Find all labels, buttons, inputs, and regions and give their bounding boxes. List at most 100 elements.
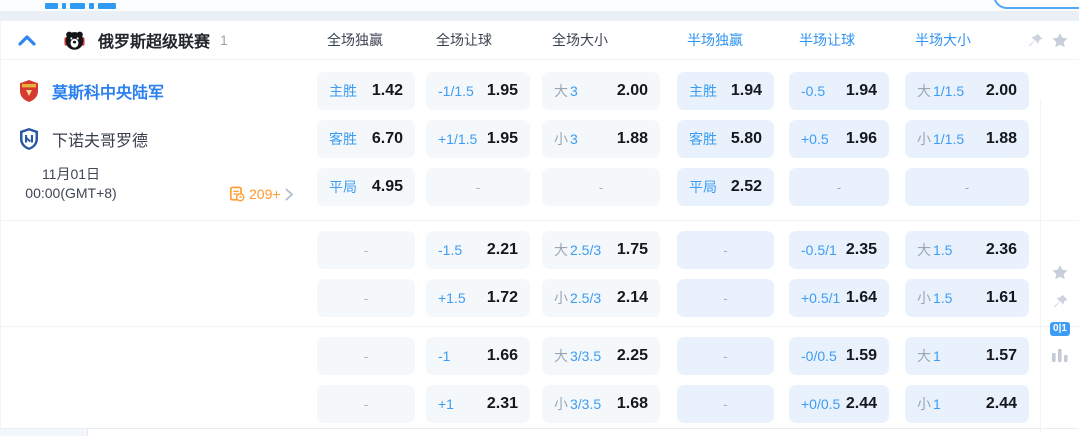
header-actions — [1027, 31, 1070, 50]
ou-prefix: 大 — [554, 83, 568, 99]
odds-label: +1.5 — [438, 290, 466, 306]
odds-cell[interactable]: 客胜 6.70 — [317, 120, 415, 158]
odds-label: 客胜 — [329, 129, 357, 149]
odds-cell[interactable]: +0/0.5 2.44 — [789, 385, 889, 423]
column-header: 全场大小 — [552, 32, 608, 48]
column-header: 全场让球 — [436, 32, 492, 48]
ou-prefix: 小 — [554, 290, 568, 306]
odds-line: +0.5 — [801, 131, 829, 147]
more-markets-link[interactable]: 209+ — [229, 184, 294, 204]
odds-line: -0.5 — [801, 83, 826, 99]
odds-cell[interactable]: 小 1/1.5 1.88 — [905, 120, 1029, 158]
odds-cell[interactable]: 小 3 1.88 — [542, 120, 660, 158]
odds-row: 客胜 6.70 +1/1.5 1.95 小 3 1.88 客胜 5.80 +0.5 1.96 小 1/1… — [317, 120, 1079, 158]
home-team-row: 莫斯科中央陆军 — [1, 72, 164, 110]
match-time: 00:00(GMT+8) — [25, 185, 117, 201]
odds-cell[interactable]: +1.5 1.72 — [426, 279, 530, 317]
pin-icon[interactable] — [1027, 32, 1044, 50]
odds-label: -1.5 — [438, 242, 462, 258]
odds-line: -1 — [438, 348, 451, 364]
odds-cell[interactable]: 大 2.5/3 1.75 — [542, 231, 660, 269]
odds-row: 平局 4.95- - 平局 2.52- - — [317, 168, 1079, 206]
odds-cell[interactable]: 客胜 5.80 — [677, 120, 774, 158]
odds-cell[interactable]: 大 3 2.00 — [542, 72, 660, 110]
odds-cell[interactable]: 大 1.5 2.36 — [905, 231, 1029, 269]
clipped-pill-button[interactable] — [993, 0, 1079, 9]
odds-line: -0/0.5 — [801, 348, 837, 364]
odds-label: +0.5 — [801, 131, 829, 147]
odds-label: 小1 — [917, 394, 941, 414]
odds-value: 2.00 — [985, 82, 1017, 99]
odds-cell[interactable]: -0.5/1 2.35 — [789, 231, 889, 269]
odds-label: 平局 — [689, 177, 717, 197]
column-header: 全场独赢 — [327, 32, 383, 48]
league-title: 俄罗斯超级联赛 — [98, 34, 211, 51]
odds-line: 平局 — [329, 179, 357, 195]
odds-cell-empty: - — [542, 168, 660, 206]
odds-cell[interactable]: -1/1.5 1.95 — [426, 72, 530, 110]
odds-label: 大1 — [917, 346, 941, 366]
odds-line: 3/3.5 — [570, 396, 602, 412]
stats-bar-chart-icon[interactable] — [1051, 347, 1069, 363]
collapse-chevron-up-icon[interactable] — [17, 32, 37, 48]
odds-cell-empty: - — [677, 337, 774, 375]
odds-cell[interactable]: 平局 2.52 — [677, 168, 774, 206]
pin-icon[interactable] — [1052, 293, 1069, 311]
odds-cell-empty: - — [677, 279, 774, 317]
odds-cell[interactable]: 大 1/1.5 2.00 — [905, 72, 1029, 110]
odds-cell[interactable]: +0.5/1 1.64 — [789, 279, 889, 317]
odds-value: 2.00 — [616, 82, 648, 99]
odds-value: 1.88 — [985, 130, 1017, 147]
odds-label: 大 1.5 — [917, 240, 952, 260]
odds-cell[interactable]: 主胜 1.94 — [677, 72, 774, 110]
odds-cell[interactable]: -1 1.66 — [426, 337, 530, 375]
odds-cell[interactable]: -0/0.5 1.59 — [789, 337, 889, 375]
odds-row: - -1 1.66 大 3/3.5 2.25- -0/0.5 1.59 大 1 1.57 — [317, 337, 1079, 375]
odds-cell[interactable]: -1.5 2.21 — [426, 231, 530, 269]
right-action-rail: 0|1 — [1040, 99, 1079, 432]
favorite-star-icon[interactable] — [1050, 263, 1070, 282]
odds-row: 主胜 1.42 -1/1.5 1.95 大 3 2.00 主胜 1.94 -0.5 1.94 大 1/1… — [317, 72, 1079, 110]
odds-cell[interactable]: 小 3/3.5 1.68 — [542, 385, 660, 423]
odds-label: 小 2.5/3 — [554, 288, 601, 308]
star-icon[interactable] — [1050, 31, 1070, 50]
odds-value: 2.25 — [616, 347, 648, 364]
odds-line: 客胜 — [329, 131, 357, 147]
odds-column-headers: 全场独赢 全场让球 全场大小 半场独赢 半场让球 半场大小 — [317, 30, 1029, 50]
odds-cell-empty: - — [677, 385, 774, 423]
odds-line: 1 — [933, 348, 941, 364]
odds-line: +1 — [438, 396, 454, 412]
odds-cell[interactable]: 小 1 2.44 — [905, 385, 1029, 423]
ou-prefix: 大 — [554, 242, 568, 258]
odds-row: - +1.5 1.72 小 2.5/3 2.14- +0.5/1 1.64 小 1.5 1.61 — [317, 279, 1079, 317]
top-clipped-strip — [0, 0, 1079, 11]
odds-value: 1.75 — [616, 241, 648, 258]
ou-prefix: 小 — [917, 290, 931, 306]
odds-cell[interactable]: +0.5 1.96 — [789, 120, 889, 158]
odds-cell[interactable]: 小 1.5 1.61 — [905, 279, 1029, 317]
odds-label: 小 1/1.5 — [917, 129, 964, 149]
odds-label: +1/1.5 — [438, 131, 477, 147]
odds-cell[interactable]: 主胜 1.42 — [317, 72, 415, 110]
odds-cell[interactable]: 平局 4.95 — [317, 168, 415, 206]
odds-value: 1.42 — [371, 82, 403, 99]
away-team-name: 下诺夫哥罗德 — [52, 133, 149, 150]
odds-label: 大3 — [554, 81, 578, 101]
ou-prefix: 大 — [917, 83, 931, 99]
odds-cell[interactable]: +1/1.5 1.95 — [426, 120, 530, 158]
odds-cell[interactable]: 大 1 1.57 — [905, 337, 1029, 375]
clipped-tab-text[interactable] — [45, 3, 116, 9]
odds-cell-empty: - — [317, 279, 415, 317]
odds-cell[interactable]: -0.5 1.94 — [789, 72, 889, 110]
score-badge[interactable]: 0|1 — [1050, 322, 1070, 336]
ou-prefix: 小 — [554, 131, 568, 147]
odds-line: +1/1.5 — [438, 131, 478, 147]
odds-row: - -1.5 2.21 大 2.5/3 1.75- -0.5/1 2.35 大 1.5 2.36 — [317, 231, 1079, 269]
odds-cell[interactable]: 小 2.5/3 2.14 — [542, 279, 660, 317]
ou-prefix: 大 — [917, 348, 931, 364]
odds-line: +0/0.5 — [801, 396, 841, 412]
odds-cell[interactable]: 大 3/3.5 2.25 — [542, 337, 660, 375]
odds-cell[interactable]: +1 2.31 — [426, 385, 530, 423]
odds-line: 1 — [933, 396, 941, 412]
odds-value: 2.44 — [845, 395, 877, 412]
